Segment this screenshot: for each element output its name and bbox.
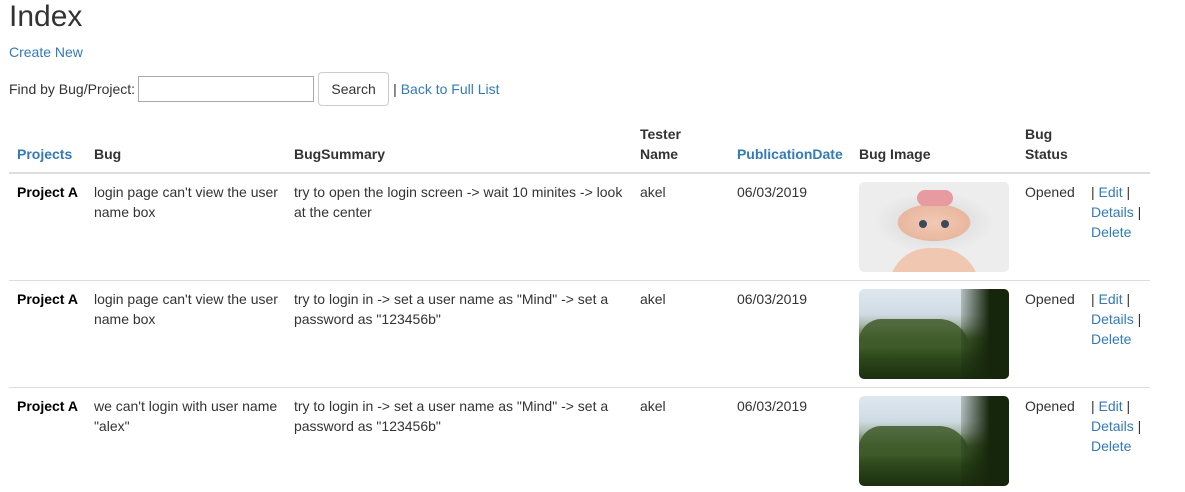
- cell-date: 06/03/2019: [728, 280, 851, 388]
- sort-projects-link[interactable]: Projects: [17, 146, 72, 162]
- cell-bug: login page can't view the user name box: [85, 280, 286, 388]
- sort-publication-date-link[interactable]: PublicationDate: [737, 146, 843, 162]
- header-actions: [1082, 122, 1150, 174]
- header-bug-status: Bug Status: [1016, 122, 1083, 174]
- details-link[interactable]: Details: [1091, 204, 1134, 220]
- cell-status: Opened: [1024, 184, 1075, 200]
- pipe: |: [1137, 204, 1142, 220]
- details-link[interactable]: Details: [1091, 311, 1134, 327]
- header-bug-summary: BugSummary: [285, 122, 632, 174]
- image-detail: [918, 220, 927, 228]
- bugs-table: Projects Bug BugSummary Tester Name Publ…: [9, 122, 1150, 492]
- pipe: |: [1137, 418, 1142, 434]
- image-detail: [960, 396, 1009, 486]
- header-tester-name: Tester Name: [631, 122, 729, 174]
- cell-bug: we can't login with user name "alex": [85, 387, 286, 492]
- cell-actions: | Edit | Details | Delete: [1082, 280, 1150, 388]
- cell-actions: | Edit | Details | Delete: [1082, 387, 1150, 492]
- edit-link[interactable]: Edit: [1098, 291, 1122, 307]
- create-new-link[interactable]: Create New: [9, 44, 83, 60]
- table-row: Project A login page can't view the user…: [9, 173, 1150, 281]
- cell-image: [851, 173, 1017, 281]
- image-detail: [858, 319, 969, 349]
- edit-link[interactable]: Edit: [1098, 398, 1122, 414]
- delete-link[interactable]: Delete: [1091, 331, 1131, 347]
- table-row: Project A we can't login with user name …: [9, 387, 1150, 492]
- search-form: Find by Bug/Project: Search | Back to Fu…: [9, 72, 500, 106]
- pipe: |: [1090, 184, 1095, 200]
- image-detail: [888, 248, 979, 272]
- image-detail: [940, 220, 949, 228]
- delete-link[interactable]: Delete: [1091, 224, 1131, 240]
- cell-date: 06/03/2019: [728, 387, 851, 492]
- table-row: Project A login page can't view the user…: [9, 280, 1150, 388]
- page-title: Index: [9, 0, 83, 33]
- pipe: |: [1126, 291, 1131, 307]
- pipe: |: [1090, 291, 1095, 307]
- cell-project: Project A: [9, 387, 86, 492]
- header-projects[interactable]: Projects: [9, 122, 86, 174]
- search-label: Find by Bug/Project:: [9, 81, 136, 97]
- cell-tester: akel: [631, 280, 729, 388]
- delete-link[interactable]: Delete: [1091, 438, 1131, 454]
- bug-image-landscape: [858, 396, 1009, 486]
- cell-bug: login page can't view the user name box: [93, 184, 278, 220]
- cell-image: [850, 280, 1017, 388]
- edit-link[interactable]: Edit: [1098, 184, 1122, 200]
- header-publication-date[interactable]: PublicationDate: [728, 122, 851, 174]
- cell-tester: akel: [631, 387, 729, 492]
- cell-status: Opened: [1016, 387, 1083, 492]
- cell-summary: try to login in -> set a user name as "M…: [285, 280, 632, 388]
- pipe: |: [1126, 184, 1131, 200]
- bug-image-baby: [858, 182, 1009, 272]
- header-bug-image: Bug Image: [850, 122, 1017, 174]
- image-detail: [960, 289, 1009, 379]
- details-link[interactable]: Details: [1091, 418, 1134, 434]
- search-button[interactable]: Search: [318, 72, 390, 106]
- pipe: |: [1137, 311, 1142, 327]
- bug-image-landscape: [858, 289, 1009, 379]
- page: Index Create New Find by Bug/Project: Se…: [0, 0, 1185, 492]
- cell-summary: try to login in -> set a user name as "M…: [285, 387, 632, 492]
- cell-project: Project A: [17, 184, 78, 200]
- cell-project: Project A: [9, 280, 86, 388]
- image-detail: [858, 426, 969, 456]
- header-bug: Bug: [85, 122, 286, 174]
- separator: |: [393, 81, 397, 97]
- cell-summary: try to open the login screen -> wait 10 …: [293, 184, 623, 220]
- cell-actions: | Edit | Details | Delete: [1083, 173, 1150, 281]
- pipe: |: [1090, 398, 1095, 414]
- pipe: |: [1126, 398, 1131, 414]
- cell-tester: akel: [639, 184, 666, 200]
- cell-date: 06/03/2019: [736, 184, 808, 200]
- search-input[interactable]: [138, 76, 315, 102]
- cell-image: [850, 387, 1017, 492]
- image-detail: [916, 190, 953, 206]
- back-to-full-list-link[interactable]: Back to Full List: [401, 81, 500, 97]
- table-header-row: Projects Bug BugSummary Tester Name Publ…: [9, 122, 1150, 174]
- cell-status: Opened: [1016, 280, 1083, 388]
